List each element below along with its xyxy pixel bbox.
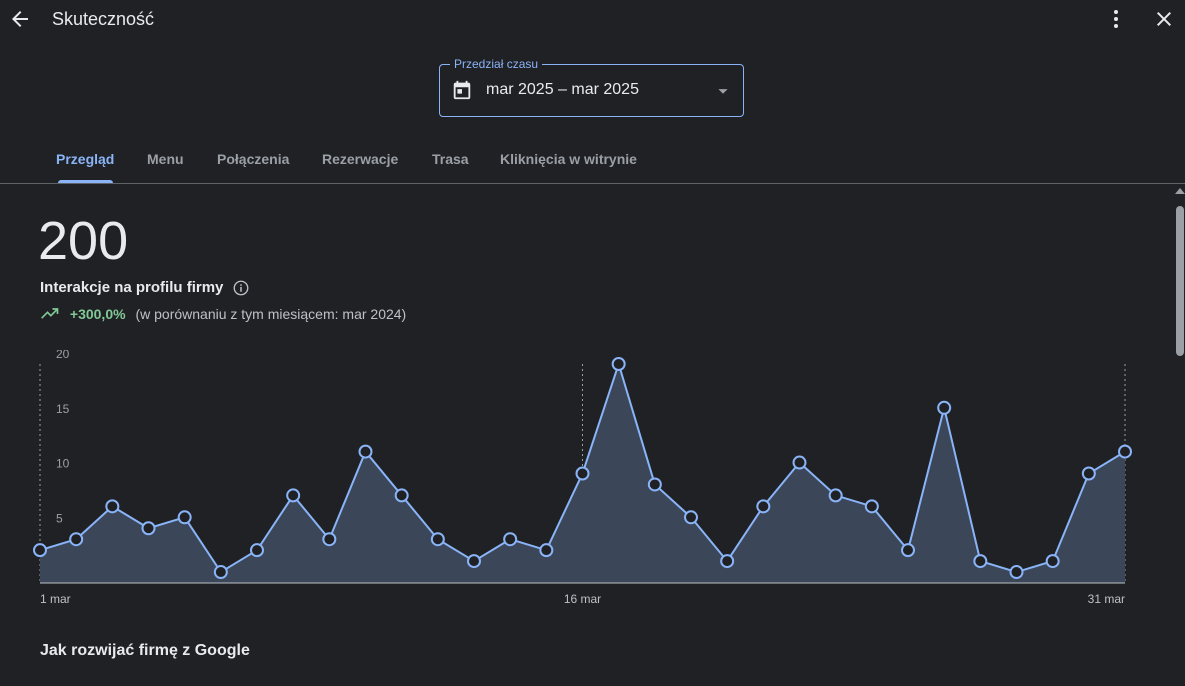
calendar-icon [453,80,471,100]
dropdown-arrow-icon [718,89,728,94]
data-point [467,554,481,569]
more-options-button[interactable] [1104,7,1128,31]
date-range-selector[interactable]: Przedział czasu mar 2025 – mar 2025 [439,56,744,117]
data-point [105,499,120,514]
tab-klikniecia[interactable]: Kliknięcia w witrynie [500,151,637,167]
data-point [213,565,228,580]
close-icon [1157,12,1171,26]
date-range-value: mar 2025 – mar 2025 [486,81,639,98]
trend-row: +300,0% (w porównaniu z tym miesiącem: m… [40,305,406,322]
trending-up-icon [41,308,59,320]
comparison-note: (w porównaniu z tym miesiącem: mar 2024) [135,306,407,323]
data-point [322,532,337,547]
scrollbar-thumb[interactable] [1176,206,1184,356]
data-point [828,488,843,503]
data-point [611,357,626,371]
data-point [177,510,192,525]
active-tab-indicator [58,180,113,183]
data-point [1118,444,1132,459]
change-percent: +300,0% [69,306,126,323]
data-point [973,554,988,569]
tab-trasa[interactable]: Trasa [432,151,469,167]
data-point [1081,466,1096,481]
top-bar: Skuteczność [0,0,1185,40]
x-tick-label: 31 mar [1088,592,1125,606]
data-point [937,400,952,415]
x-tick-label: 16 mar [564,592,601,606]
data-point [141,521,156,536]
scroll-up-arrow-icon[interactable] [1175,188,1185,194]
data-point [1009,565,1024,580]
data-point [286,488,301,503]
data-point [575,466,590,481]
data-point [756,499,771,514]
arrow-back-icon [12,11,28,27]
data-point [358,444,373,459]
close-button[interactable] [1152,7,1176,31]
back-button[interactable] [8,7,32,31]
x-tick-label: 1 mar [40,592,71,606]
tab-przeglad[interactable]: Przegląd [56,151,114,167]
data-point [250,543,264,558]
data-point [684,510,698,525]
tab-polaczenia[interactable]: Połączenia [217,151,289,167]
y-tick-label: 5 [56,511,63,525]
date-range-label: Przedział czasu [450,56,543,72]
tab-menu[interactable]: Menu [147,151,184,167]
data-point [69,532,84,547]
more-vert-icon [1114,10,1118,28]
data-point [901,543,915,558]
page-title: Skuteczność [52,9,155,29]
info-icon[interactable] [232,279,250,297]
data-point [503,532,518,547]
data-point [430,532,445,547]
y-tick-label: 10 [56,457,70,471]
data-point [33,543,47,558]
scrollbar[interactable] [1173,184,1185,686]
metric-value: 200 [38,211,129,271]
y-tick-label: 15 [56,402,70,416]
grow-business-heading: Jak rozwijać firmę z Google [40,642,250,659]
metric-label: Interakcje na profilu firmy [40,279,224,296]
data-point [539,543,554,558]
data-point [647,477,662,492]
data-point [1045,554,1060,569]
y-tick-label: 20 [56,350,70,361]
tab-rezerwacje[interactable]: Rezerwacje [322,151,398,167]
data-point [394,488,409,503]
data-point [792,455,807,470]
interactions-chart: 5 10 15 20 1 mar 16 mar 31 mar [33,350,1132,606]
data-point [720,554,735,569]
tab-bar: Przegląd Menu Połączenia Rezerwacje Tras… [0,140,1185,184]
data-point [864,499,879,514]
